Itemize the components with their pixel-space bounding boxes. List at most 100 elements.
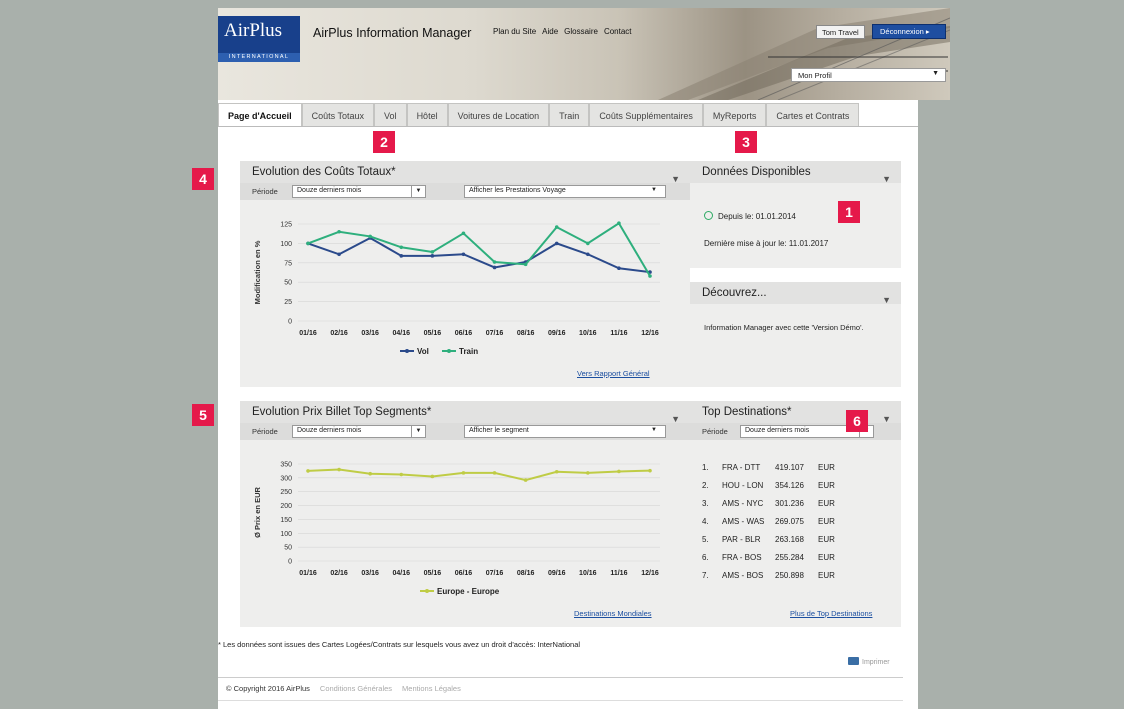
- destination-route: AMS - BOS: [722, 571, 764, 580]
- period-select-value: Douze derniers mois: [297, 187, 362, 194]
- tab-myreports[interactable]: MyReports: [702, 103, 767, 127]
- destination-rank: 5.: [702, 535, 709, 544]
- legal-link[interactable]: Mentions Légales: [402, 684, 461, 693]
- series-line-europe-europe: [307, 468, 651, 482]
- destination-row: 2. HOU - LON 354.126 EUR: [702, 481, 892, 493]
- period-label: Période: [252, 427, 278, 436]
- destination-currency: EUR: [818, 499, 835, 508]
- annotation-badge-3: 3: [735, 131, 757, 153]
- series-line-train: [307, 221, 651, 277]
- data-point: [617, 221, 621, 226]
- x-tick-label: 11/16: [610, 330, 627, 337]
- logo-text: AirPlus: [224, 20, 283, 41]
- panel-title: Evolution des Coûts Totaux* ▼: [240, 161, 690, 184]
- segment-select[interactable]: Afficher le segment ▼: [464, 425, 666, 438]
- data-point: [430, 254, 435, 258]
- panel-available-data: Données Disponibles ▼ Depuis le: 01.01.2…: [690, 161, 901, 268]
- legend-marker: [447, 349, 451, 353]
- destination-route: FRA - DTT: [722, 463, 761, 472]
- destination-rank: 6.: [702, 553, 709, 562]
- data-point: [492, 265, 497, 270]
- period-select-value: Douze derniers mois: [297, 427, 362, 434]
- nav-contact[interactable]: Contact: [604, 27, 632, 36]
- profile-select[interactable]: Mon Profil ▼: [791, 68, 946, 82]
- total-costs-line-chart: 0 25 50 75 100 125 01/16 02/16 03/16 04/16 05/16 06…: [253, 221, 660, 356]
- tab-home[interactable]: Page d'Accueil: [218, 103, 302, 127]
- x-tick-label: 02/16: [330, 570, 348, 577]
- footer: © Copyright 2016 AirPlus Conditions Géné…: [226, 684, 461, 693]
- x-tick-label: 09/16: [548, 570, 566, 577]
- y-tick-label: 300: [280, 475, 292, 482]
- user-name: Tom Travel: [816, 25, 865, 39]
- service-select[interactable]: Afficher les Prestations Voyage ▼: [464, 185, 666, 198]
- panel-top-destinations: Top Destinations* ▼ Période Douze dernie…: [690, 401, 901, 627]
- legend-marker: [405, 349, 409, 353]
- nav-sitemap[interactable]: Plan du Site: [493, 27, 536, 36]
- y-axis-label: Modification en %: [253, 240, 262, 304]
- x-tick-label: 09/16: [548, 330, 566, 337]
- data-point: [523, 262, 528, 267]
- destination-row: 4. AMS - WAS 269.075 EUR: [702, 517, 892, 529]
- y-axis-label: Ø Prix en EUR: [253, 486, 262, 537]
- destination-currency: EUR: [818, 571, 835, 580]
- x-tick-label: 01/16: [299, 570, 317, 577]
- airplus-logo[interactable]: AirPlus INTERNATIONAL: [218, 16, 300, 62]
- tab-additional-costs[interactable]: Coûts Supplémentaires: [589, 103, 703, 127]
- filter-bar: Période Douze derniers mois ▼ Afficher l…: [240, 423, 690, 440]
- terms-link[interactable]: Conditions Générales: [320, 684, 392, 693]
- x-tick-label: 08/16: [517, 570, 535, 577]
- footnote: * Les données sont issues des Cartes Log…: [218, 640, 581, 649]
- data-point: [586, 252, 590, 257]
- tab-hotel[interactable]: Hôtel: [406, 103, 448, 127]
- destination-route: AMS - NYC: [722, 499, 764, 508]
- print-button[interactable]: Imprimer: [848, 657, 890, 666]
- legend-label: Vol: [417, 347, 429, 356]
- destination-route: AMS - WAS: [722, 517, 765, 526]
- ticket-price-line-chart: 0 50 100 150 200 250 300 350 01/16 02/16 03/16 04/1…: [253, 462, 660, 596]
- top-nav: Plan du Site Aide Glossaire Contact: [493, 27, 632, 36]
- tab-train[interactable]: Train: [549, 103, 590, 127]
- data-point: [306, 469, 310, 473]
- period-select[interactable]: Douze derniers mois ▼: [292, 185, 426, 198]
- y-tick-label: 100: [280, 241, 292, 248]
- clock-icon: [704, 211, 713, 220]
- x-tick-label: 06/16: [455, 570, 473, 577]
- discover-text: Information Manager avec cette 'Version …: [704, 323, 864, 332]
- nav-glossary[interactable]: Glossaire: [564, 27, 598, 36]
- x-tick-label: 10/16: [579, 330, 597, 337]
- tab-total-costs[interactable]: Coûts Totaux: [301, 103, 375, 127]
- panel-title-text: Données Disponibles: [702, 166, 811, 178]
- x-tick-label: 05/16: [424, 570, 442, 577]
- general-report-link[interactable]: Vers Rapport Général: [577, 369, 650, 378]
- x-tick-label: 06/16: [455, 330, 473, 337]
- data-point: [586, 471, 590, 475]
- x-tick-label: 11/16: [610, 570, 627, 577]
- collapse-triangle-icon[interactable]: ▼: [882, 168, 891, 190]
- destination-currency: EUR: [818, 481, 835, 490]
- period-select[interactable]: Douze derniers mois ▼: [292, 425, 426, 438]
- last-update: Dernière mise à jour le: 11.01.2017: [704, 239, 829, 248]
- legend-label: Train: [459, 347, 478, 356]
- collapse-triangle-icon[interactable]: ▼: [882, 289, 891, 311]
- world-destinations-link[interactable]: Destinations Mondiales: [574, 609, 652, 618]
- panel-ticket-price: Evolution Prix Billet Top Segments* ▼ Pé…: [240, 401, 690, 627]
- y-tick-label: 350: [280, 462, 292, 469]
- data-point: [337, 467, 341, 472]
- tab-car-rental[interactable]: Voitures de Location: [447, 103, 550, 127]
- more-destinations-link[interactable]: Plus de Top Destinations: [790, 609, 872, 618]
- nav-help[interactable]: Aide: [542, 27, 558, 36]
- panel-title: Données Disponibles ▼: [690, 161, 901, 184]
- y-tick-label: 50: [284, 545, 292, 552]
- destination-rank: 3.: [702, 499, 709, 508]
- logout-button[interactable]: Déconnexion ▸: [872, 24, 946, 39]
- copyright: © Copyright 2016 AirPlus: [226, 684, 310, 693]
- x-tick-label: 04/16: [393, 330, 411, 337]
- destination-amount: 250.898: [775, 571, 804, 580]
- tab-flight[interactable]: Vol: [374, 103, 407, 127]
- tab-cards-contracts[interactable]: Cartes et Contrats: [766, 103, 860, 127]
- annotation-badge-2: 2: [373, 131, 395, 153]
- destination-rank: 1.: [702, 463, 709, 472]
- y-tick-label: 200: [280, 503, 292, 510]
- filter-bar: Période Douze derniers mois ▼: [690, 423, 901, 440]
- data-point: [337, 252, 341, 257]
